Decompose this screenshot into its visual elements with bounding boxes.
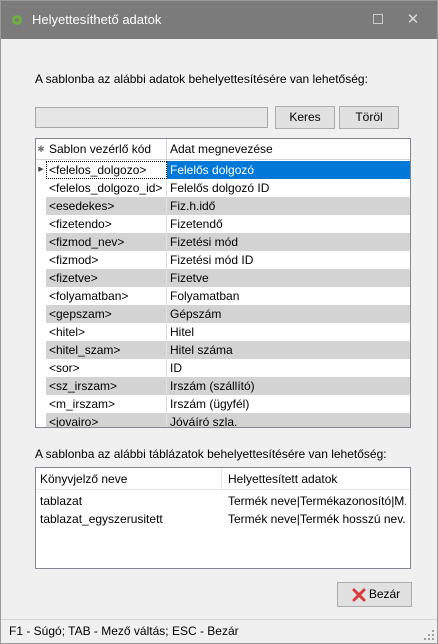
grid-row[interactable]: <hitel> Hitel [36,323,410,341]
grid-cell-code[interactable]: <jovairo> [46,413,167,427]
maximize-icon [373,14,383,24]
grid-row[interactable]: <m_irszam> Irszám (ügyfél) [36,395,410,413]
grid-cell-code[interactable]: <hitel> [46,323,167,341]
grid-cell-code[interactable]: <sz_irszam> [46,377,167,395]
grid-row[interactable]: <fizetendo> Fizetendő [36,215,410,233]
grid-cell-name[interactable]: ID [167,359,410,377]
grid-cell-code[interactable]: <folyamatban> [46,287,167,305]
grid-cell-name[interactable]: Fiz.h.idő [167,197,410,215]
grid-cell-name[interactable]: Hitel száma [167,341,410,359]
maximize-button[interactable] [365,8,391,32]
search-button[interactable]: Keres [275,106,335,129]
grid-cell-name[interactable]: Irszám (szállító) [167,377,410,395]
grid-cell-name[interactable]: Folyamatban [167,287,410,305]
column-header-code[interactable]: Sablon vezérlő kód [46,139,167,160]
grid-cell-name[interactable]: Jóváíró szla. [167,413,410,427]
red-x-icon [352,588,366,602]
dialog-window: Helyettesíthető adatok ✕ A sablonba az a… [0,0,438,644]
row-selector [36,341,46,359]
table-bookmark-list[interactable]: Könyvjelző neve Helyettesített adatok ta… [35,467,411,569]
window-title: Helyettesíthető adatok [32,12,162,27]
row-selector [36,287,46,305]
grid-row[interactable]: <sz_irszam> Irszám (szállító) [36,377,410,395]
grid-row[interactable]: <fizmod> Fizetési mód ID [36,251,410,269]
grid-cell-code[interactable]: <fizmod> [46,251,167,269]
section2-label: A sablonba az alábbi táblázatok behelyet… [35,447,387,461]
grid-row[interactable]: <felelos_dolgozo_id> Felelős dolgozó ID [36,179,410,197]
row-selector [36,323,46,341]
list-item[interactable]: tablazat Termék neve|Termékazonosító|M..… [36,492,410,510]
grid-cell-code[interactable]: <gepszam> [46,305,167,323]
grid-cell-code[interactable]: <felelos_dolgozo_id> [46,179,167,197]
grid-cell-code[interactable]: <hitel_szam> [46,341,167,359]
section1-label: A sablonba az alábbi adatok behelyettesí… [35,72,368,86]
row-selector [36,197,46,215]
title-bar[interactable]: Helyettesíthető adatok ✕ [1,1,437,39]
grid-cell-name[interactable]: Fizetve [167,269,410,287]
grid-row[interactable]: <jovairo> Jóváíró szla. [36,413,410,427]
close-button[interactable]: Bezár [337,582,412,607]
grid-cell-code[interactable]: <felelos_dolgozo> [46,161,167,179]
status-bar: F1 - Súgó; TAB - Mező váltás; ESC - Bezá… [1,619,437,643]
row-selector [36,395,46,413]
row-selector [36,233,46,251]
grid-cell-name[interactable]: Hitel [167,323,410,341]
close-button-label: Bezár [368,587,401,601]
list-cell-bookmark: tablazat_egyszerusitett [40,512,163,526]
row-selector [36,359,46,377]
list-cell-replaced-data: Termék neve|Termék hosszú nev... [228,512,406,526]
row-selector [36,413,46,427]
grid-row[interactable]: <folyamatban> Folyamatban [36,287,410,305]
grid-cell-name[interactable]: Fizetési mód [167,233,410,251]
grid-row[interactable]: <sor> ID [36,359,410,377]
grid-row[interactable]: ▶ <felelos_dolgozo> Felelős dolgozó [36,161,410,179]
grid-cell-code[interactable]: <fizetendo> [46,215,167,233]
row-selector [36,305,46,323]
list-cell-replaced-data: Termék neve|Termékazonosító|M... [228,494,406,508]
resize-grip-icon[interactable] [424,630,434,640]
grid-cell-name[interactable]: Fizetendő [167,215,410,233]
grid-row[interactable]: <fizmod_nev> Fizetési mód [36,233,410,251]
row-selector [36,269,46,287]
grid-row[interactable]: <esedekes> Fiz.h.idő [36,197,410,215]
app-gear-icon [12,15,22,25]
column-header-replaced-data[interactable]: Helyettesített adatok [222,468,410,490]
current-row-arrow-icon: ▶ [36,161,46,179]
row-header-star-icon: ✱ [37,144,45,154]
grid-cell-code[interactable]: <m_irszam> [46,395,167,413]
grid-cell-name[interactable]: Gépszám [167,305,410,323]
grid-cell-name[interactable]: Felelős dolgozó [167,161,410,179]
grid-header: ✱ Sablon vezérlő kód Adat megnevezése [36,139,410,160]
row-selector [36,377,46,395]
grid-rows: ▶ <felelos_dolgozo> Felelős dolgozó <fel… [36,161,410,427]
list-item[interactable]: tablazat_egyszerusitett Termék neve|Term… [36,510,410,528]
grid-cell-code[interactable]: <sor> [46,359,167,377]
row-selector [36,215,46,233]
grid-row[interactable]: <fizetve> Fizetve [36,269,410,287]
close-window-button[interactable]: ✕ [399,8,427,32]
grid-row[interactable]: <gepszam> Gépszám [36,305,410,323]
placeholder-grid[interactable]: ✱ Sablon vezérlő kód Adat megnevezése ▶ … [35,138,411,428]
grid-cell-code[interactable]: <fizmod_nev> [46,233,167,251]
grid-cell-name[interactable]: Fizetési mód ID [167,251,410,269]
list-header: Könyvjelző neve Helyettesített adatok [36,468,410,490]
grid-cell-name[interactable]: Felelős dolgozó ID [167,179,410,197]
grid-cell-code[interactable]: <esedekes> [46,197,167,215]
column-header-name[interactable]: Adat megnevezése [167,139,410,160]
clear-button[interactable]: Töröl [339,106,399,129]
grid-cell-name[interactable]: Irszám (ügyfél) [167,395,410,413]
row-selector [36,251,46,269]
column-header-bookmark[interactable]: Könyvjelző neve [36,468,222,490]
search-input[interactable] [35,107,268,128]
status-text: F1 - Súgó; TAB - Mező váltás; ESC - Bezá… [9,624,239,638]
list-cell-bookmark: tablazat [40,494,83,508]
close-icon: ✕ [406,11,420,28]
row-selector [36,179,46,197]
grid-row[interactable]: <hitel_szam> Hitel száma [36,341,410,359]
grid-cell-code[interactable]: <fizetve> [46,269,167,287]
